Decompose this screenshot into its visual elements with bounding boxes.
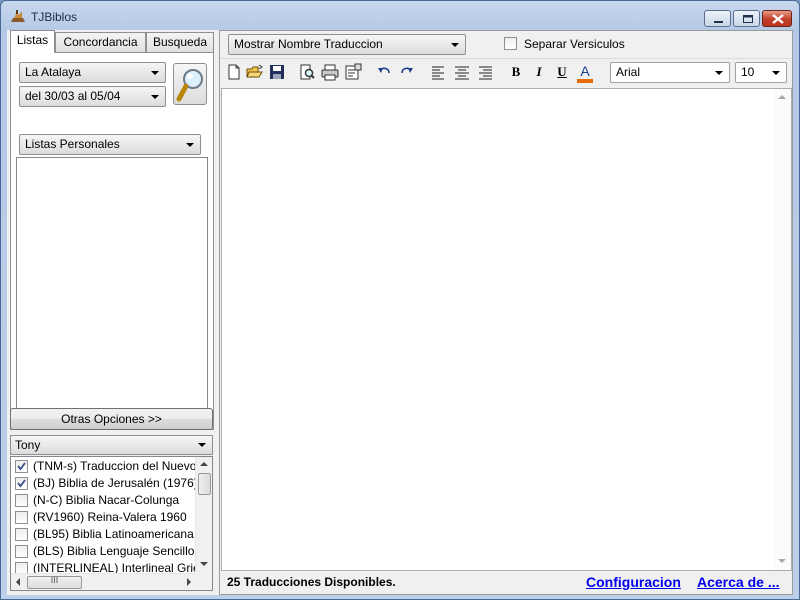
vertical-scrollbar[interactable] <box>195 457 212 573</box>
magnifier-icon <box>176 69 203 102</box>
open-folder-icon[interactable] <box>246 63 264 81</box>
list-type-combo[interactable]: Listas Personales <box>19 134 201 155</box>
list-item[interactable]: (BLS) Biblia Lenguaje Sencillo <box>11 543 197 560</box>
align-right-icon[interactable] <box>476 63 494 81</box>
bold-button[interactable]: B <box>508 63 524 81</box>
font-value: Arial <box>616 65 641 79</box>
page-setup-icon[interactable] <box>344 63 362 81</box>
checkbox[interactable] <box>15 477 28 490</box>
publication-combo[interactable]: La Atalaya <box>19 62 166 83</box>
align-center-icon[interactable] <box>453 63 471 81</box>
checkbox[interactable] <box>15 528 28 541</box>
window-title: TJBiblos <box>31 10 78 24</box>
separate-verses-label: Separar Versiculos <box>524 37 625 51</box>
font-color-button[interactable]: A <box>577 63 593 83</box>
horizontal-scrollbar[interactable]: III <box>11 573 197 590</box>
chevron-down-icon <box>451 43 459 47</box>
translation-display-value: Mostrar Nombre Traduccion <box>234 37 383 51</box>
list-item[interactable]: (N-C) Biblia Nacar-Colunga <box>11 492 197 509</box>
list-item[interactable]: (RV1960) Reina-Valera 1960 <box>11 509 197 526</box>
chevron-down-icon <box>151 95 159 99</box>
formatting-toolbar: B I U A Arial 10 <box>220 58 792 85</box>
italic-button[interactable]: I <box>531 63 547 81</box>
status-text: 25 Traducciones Disponibles. <box>227 575 396 589</box>
translation-label: (BJ) Biblia de Jerusalén (1976) <box>33 476 197 490</box>
vertical-scrollbar[interactable] <box>774 89 791 570</box>
checkmark-icon <box>17 479 26 488</box>
checkbox[interactable] <box>15 545 28 558</box>
scroll-thumb[interactable] <box>198 473 211 495</box>
title-bar[interactable]: TJBiblos <box>1 1 799 31</box>
list-item[interactable]: (BJ) Biblia de Jerusalén (1976) <box>11 475 197 492</box>
user-value: Tony <box>15 438 41 452</box>
scrollbar-corner <box>195 573 212 590</box>
minimize-button[interactable] <box>704 10 731 27</box>
translation-display-combo[interactable]: Mostrar Nombre Traduccion <box>228 34 466 55</box>
tab-concordancia[interactable]: Concordancia <box>55 32 146 52</box>
maximize-icon <box>743 15 753 23</box>
chevron-down-icon <box>772 71 780 75</box>
scroll-left-icon[interactable] <box>16 578 20 586</box>
checkbox[interactable] <box>15 511 28 524</box>
scroll-right-icon[interactable] <box>187 578 191 586</box>
translation-label: (TNM-s) Traduccion del Nuevo Mundo <box>33 459 197 473</box>
redo-icon[interactable] <box>398 63 416 81</box>
list-type-value: Listas Personales <box>25 137 120 151</box>
about-link[interactable]: Acerca de ... <box>697 574 780 590</box>
print-preview-icon[interactable] <box>298 63 316 81</box>
translation-label: (N-C) Biblia Nacar-Colunga <box>33 493 180 507</box>
font-size-combo[interactable]: 10 <box>735 62 787 83</box>
chevron-down-icon <box>186 143 194 147</box>
minimize-icon <box>714 21 723 23</box>
search-button[interactable] <box>173 63 207 105</box>
maximize-button[interactable] <box>733 10 760 27</box>
tab-busqueda[interactable]: Busqueda <box>146 32 214 52</box>
chevron-down-icon <box>715 71 723 75</box>
scroll-thumb[interactable]: III <box>27 575 82 589</box>
close-button[interactable] <box>762 10 792 27</box>
config-link[interactable]: Configuracion <box>586 574 681 590</box>
user-combo[interactable]: Tony <box>10 435 213 455</box>
scroll-down-icon[interactable] <box>200 562 208 566</box>
translations-list[interactable]: (TNM-s) Traduccion del Nuevo Mundo (BJ) … <box>10 456 213 591</box>
checkbox[interactable] <box>15 460 28 473</box>
save-icon[interactable] <box>268 63 286 81</box>
undo-icon[interactable] <box>375 63 393 81</box>
tab-listas[interactable]: Listas <box>10 30 55 53</box>
checkbox[interactable] <box>15 494 28 507</box>
close-icon <box>772 14 784 24</box>
text-editor[interactable] <box>221 88 792 571</box>
scroll-up-icon[interactable] <box>778 95 786 99</box>
listas-panel: La Atalaya del 30/03 al 05/04 Listas Per… <box>10 52 214 430</box>
translation-label: (BL95) Biblia Latinoamericana (1995) <box>33 527 197 541</box>
editor-panel: Mostrar Nombre Traduccion Separar Versic… <box>219 30 793 595</box>
align-left-icon[interactable] <box>430 63 448 81</box>
scroll-down-icon[interactable] <box>778 559 786 563</box>
client-area: Listas Concordancia Busqueda La Atalaya … <box>7 30 793 595</box>
main-window: TJBiblos Listas Concordancia Busqueda La… <box>0 0 800 600</box>
chevron-down-icon <box>198 443 206 447</box>
translation-label: (RV1960) Reina-Valera 1960 <box>33 510 187 524</box>
list-item[interactable]: (BL95) Biblia Latinoamericana (1995) <box>11 526 197 543</box>
translation-label: (BLS) Biblia Lenguaje Sencillo <box>33 544 195 558</box>
font-combo[interactable]: Arial <box>610 62 730 83</box>
date-range-combo[interactable]: del 30/03 al 05/04 <box>19 86 166 107</box>
scroll-up-icon[interactable] <box>200 462 208 466</box>
print-icon[interactable] <box>321 63 339 81</box>
otras-opciones-button[interactable]: Otras Opciones >> <box>10 408 213 430</box>
scroll-grip: III <box>50 575 59 585</box>
left-tabs: Listas Concordancia Busqueda <box>10 30 214 53</box>
font-size-value: 10 <box>741 65 755 79</box>
app-icon <box>11 10 25 22</box>
underline-button[interactable]: U <box>554 63 570 81</box>
publication-value: La Atalaya <box>25 65 82 79</box>
checkmark-icon <box>17 462 26 471</box>
chevron-down-icon <box>151 71 159 75</box>
status-bar: 25 Traducciones Disponibles. Configuraci… <box>220 571 792 594</box>
date-range-value: del 30/03 al 05/04 <box>25 89 121 103</box>
list-item[interactable]: (TNM-s) Traduccion del Nuevo Mundo <box>11 458 197 475</box>
checkbox[interactable] <box>504 37 517 50</box>
new-document-icon[interactable] <box>225 63 243 81</box>
lists-listbox[interactable] <box>16 157 208 423</box>
